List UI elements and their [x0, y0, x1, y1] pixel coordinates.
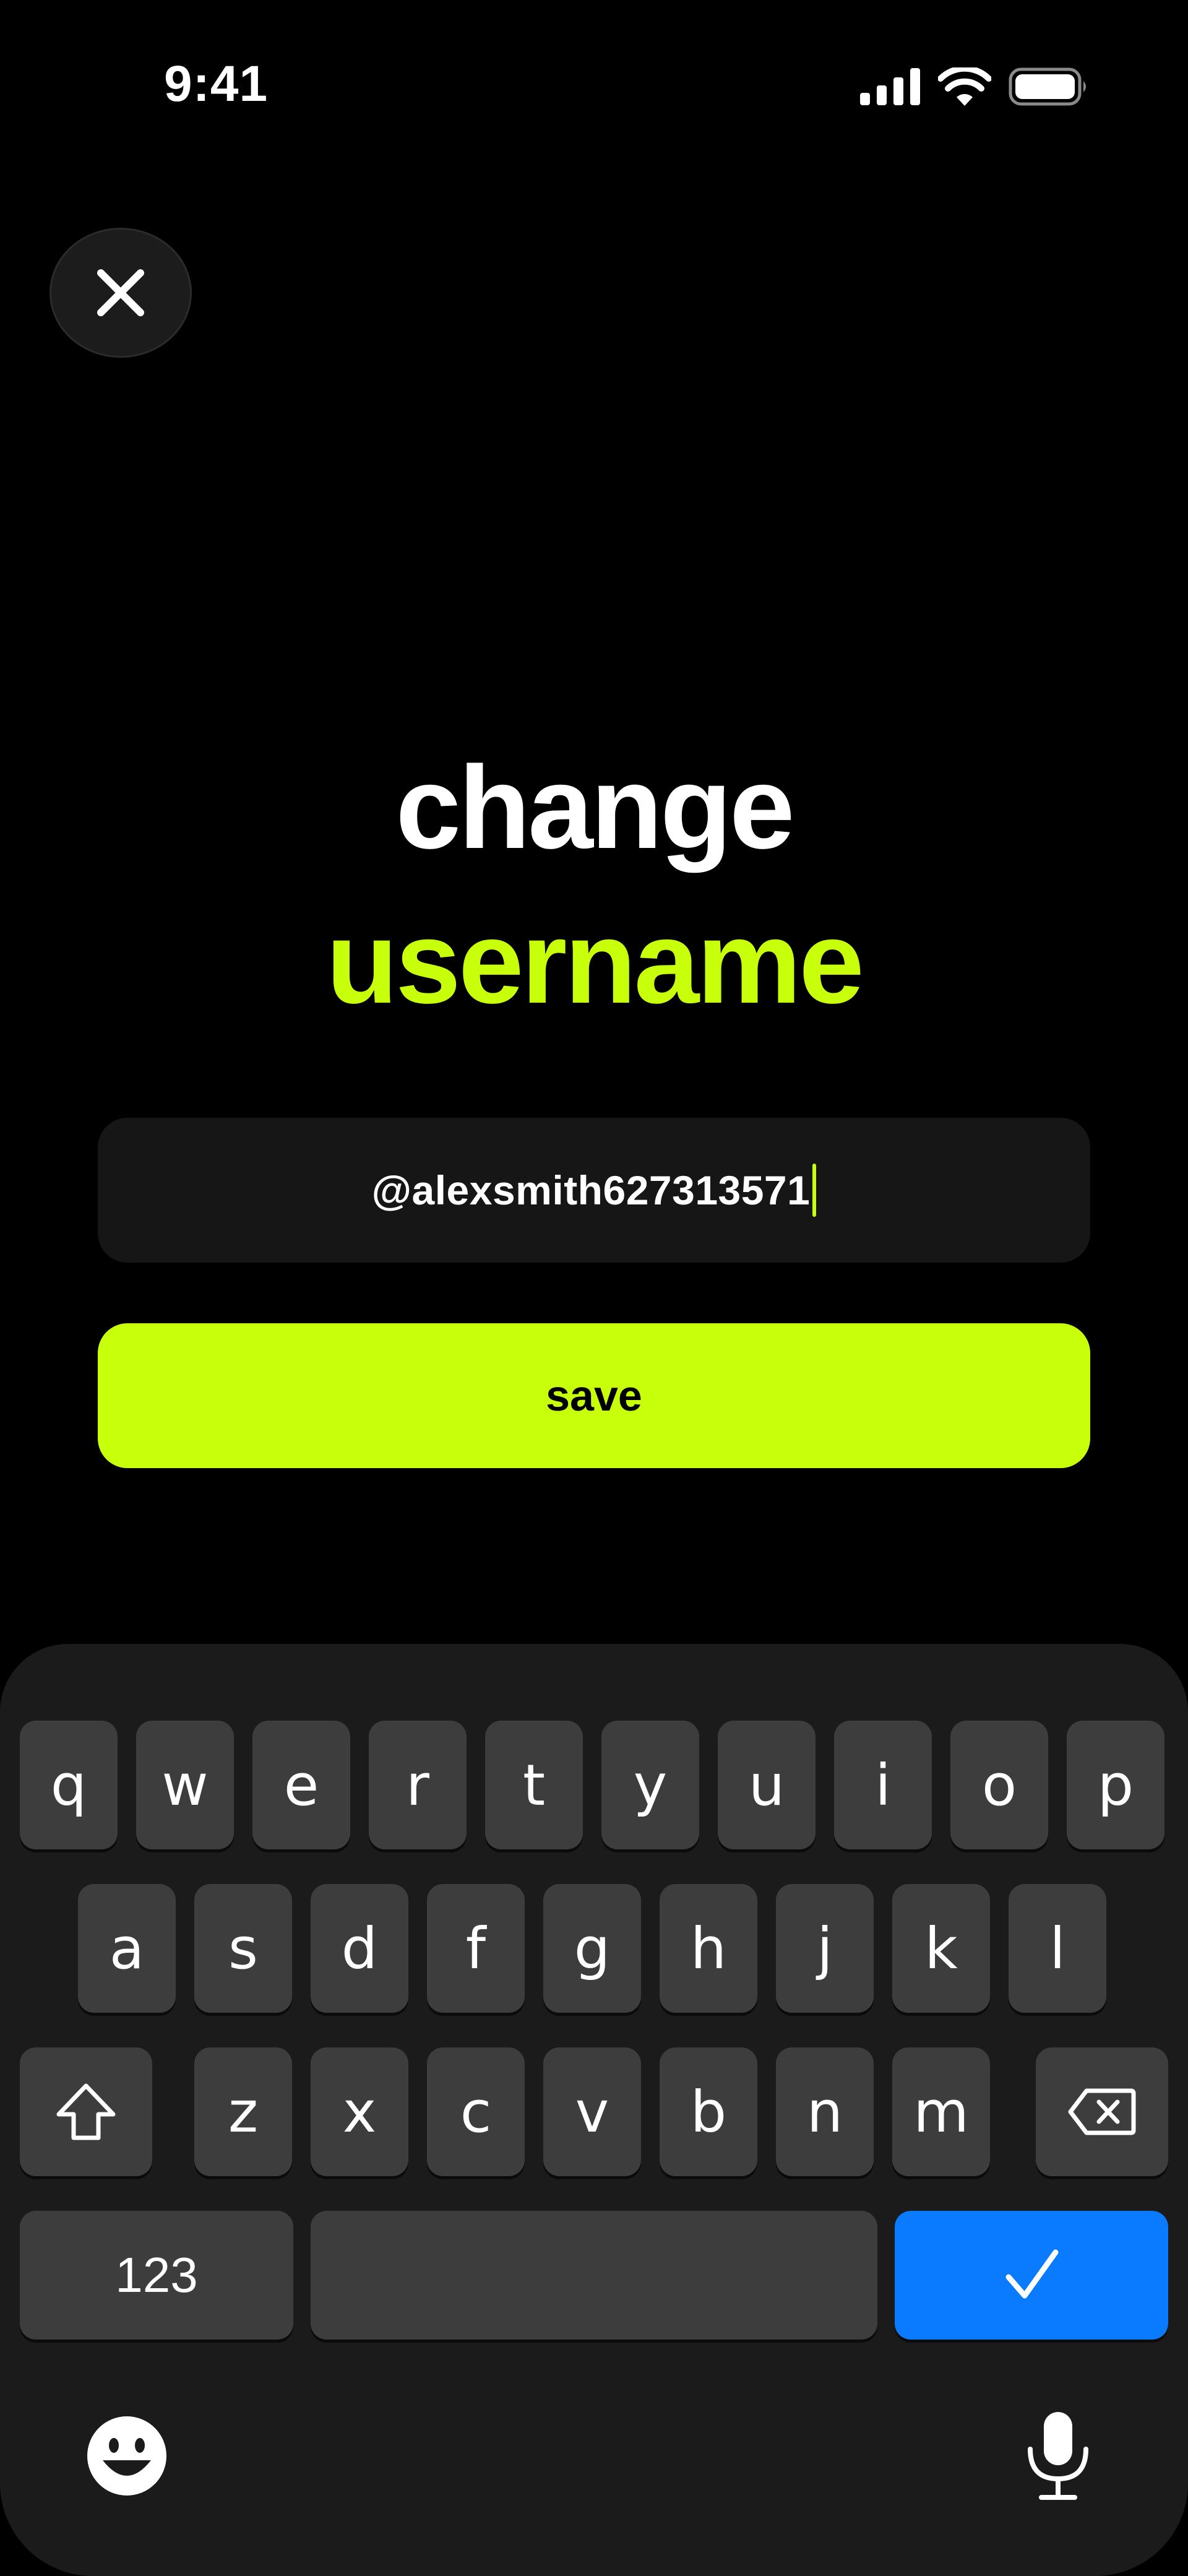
key-z[interactable]: z	[194, 2047, 292, 2176]
key-r[interactable]: r	[369, 1721, 467, 1849]
close-icon	[97, 269, 144, 316]
key-v[interactable]: v	[543, 2047, 641, 2176]
emoji-icon	[87, 2416, 166, 2496]
key-k[interactable]: k	[892, 1884, 990, 2013]
key-y[interactable]: y	[601, 1721, 699, 1849]
username-value: @alexsmith627313571	[371, 1167, 811, 1213]
key-t[interactable]: t	[485, 1721, 583, 1849]
key-l[interactable]: l	[1009, 1884, 1106, 2013]
key-i[interactable]: i	[834, 1721, 932, 1849]
key-d[interactable]: d	[311, 1884, 408, 2013]
dictation-button[interactable]	[1015, 2406, 1101, 2505]
keyboard: q w e r t y u i o p a s d f g h j k l z …	[0, 1644, 1188, 2576]
cellular-signal-icon	[860, 68, 920, 105]
delete-icon	[1068, 2088, 1136, 2135]
battery-icon	[1009, 67, 1086, 106]
close-button[interactable]	[50, 228, 192, 358]
key-s[interactable]: s	[194, 1884, 292, 2013]
key-c[interactable]: c	[427, 2047, 525, 2176]
key-f[interactable]: f	[427, 1884, 525, 2013]
text-caret	[812, 1164, 817, 1217]
key-u[interactable]: u	[718, 1721, 816, 1849]
numbers-key[interactable]: 123	[20, 2211, 293, 2340]
key-e[interactable]: e	[252, 1721, 350, 1849]
key-h[interactable]: h	[660, 1884, 757, 2013]
wifi-icon	[938, 67, 991, 106]
shift-key[interactable]	[20, 2047, 152, 2176]
key-g[interactable]: g	[543, 1884, 641, 2013]
key-p[interactable]: p	[1067, 1721, 1164, 1849]
key-w[interactable]: w	[136, 1721, 234, 1849]
save-button[interactable]: save	[98, 1323, 1090, 1468]
key-j[interactable]: j	[776, 1884, 874, 2013]
key-b[interactable]: b	[660, 2047, 757, 2176]
shift-icon	[56, 2083, 116, 2140]
delete-key[interactable]	[1036, 2047, 1168, 2176]
checkmark-icon	[1005, 2249, 1059, 2299]
space-key[interactable]	[311, 2211, 877, 2340]
page-title-line2: username	[326, 897, 864, 1028]
key-n[interactable]: n	[776, 2047, 874, 2176]
key-x[interactable]: x	[311, 2047, 408, 2176]
key-q[interactable]: q	[20, 1721, 118, 1849]
done-key[interactable]	[895, 2211, 1168, 2340]
microphone-icon	[1028, 2412, 1088, 2500]
emoji-button[interactable]	[84, 2413, 170, 2499]
username-input[interactable]: @alexsmith627313571	[98, 1118, 1090, 1263]
page-title-line1: change	[395, 742, 794, 873]
key-m[interactable]: m	[892, 2047, 990, 2176]
key-o[interactable]: o	[950, 1721, 1048, 1849]
key-a[interactable]: a	[78, 1884, 176, 2013]
status-icons	[860, 65, 1089, 108]
status-time: 9:41	[164, 56, 269, 112]
status-bar: 9:41	[0, 0, 1188, 179]
